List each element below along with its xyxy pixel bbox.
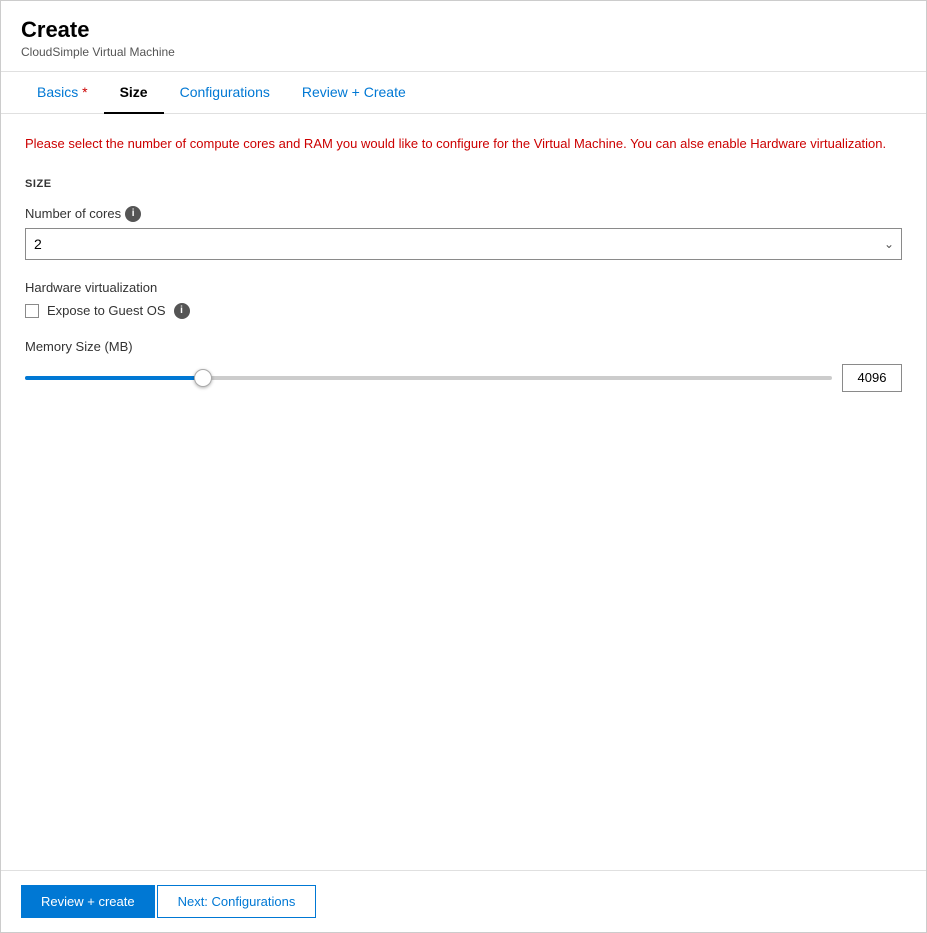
memory-value-display: 4096 (842, 364, 902, 392)
page-title: Create (21, 17, 906, 43)
next-configurations-button[interactable]: Next: Configurations (157, 885, 317, 918)
tab-basics[interactable]: Basics (21, 72, 104, 114)
expose-checkbox-row: Expose to Guest OS i (25, 303, 902, 319)
cores-label-row: Number of cores i (25, 206, 902, 222)
page-subtitle: CloudSimple Virtual Machine (21, 45, 906, 59)
content-area: Please select the number of compute core… (1, 114, 926, 870)
memory-section: Memory Size (MB) 4096 (25, 339, 902, 392)
review-create-button[interactable]: Review + create (21, 885, 155, 918)
info-message: Please select the number of compute core… (25, 134, 902, 154)
memory-slider-row: 4096 (25, 364, 902, 392)
cores-select-wrapper: 1 2 4 8 16 ⌄ (25, 228, 902, 260)
expose-checkbox[interactable] (25, 304, 39, 318)
footer: Review + create Next: Configurations (1, 870, 926, 932)
memory-slider-container (25, 366, 832, 390)
cores-select[interactable]: 1 2 4 8 16 (25, 228, 902, 260)
expose-info-icon[interactable]: i (174, 303, 190, 319)
cores-label: Number of cores (25, 206, 121, 221)
tab-bar: Basics Size Configurations Review + Crea… (1, 72, 926, 114)
main-window: Create CloudSimple Virtual Machine Basic… (0, 0, 927, 933)
hw-virtualization-label: Hardware virtualization (25, 280, 902, 295)
cores-info-icon[interactable]: i (125, 206, 141, 222)
hw-virtualization-section: Hardware virtualization Expose to Guest … (25, 280, 902, 319)
tab-configurations[interactable]: Configurations (164, 72, 286, 114)
tab-size[interactable]: Size (104, 72, 164, 114)
expose-label: Expose to Guest OS (47, 303, 166, 318)
size-section-title: SIZE (25, 178, 902, 190)
header: Create CloudSimple Virtual Machine (1, 1, 926, 72)
memory-label: Memory Size (MB) (25, 339, 902, 354)
tab-review-create[interactable]: Review + Create (286, 72, 422, 114)
